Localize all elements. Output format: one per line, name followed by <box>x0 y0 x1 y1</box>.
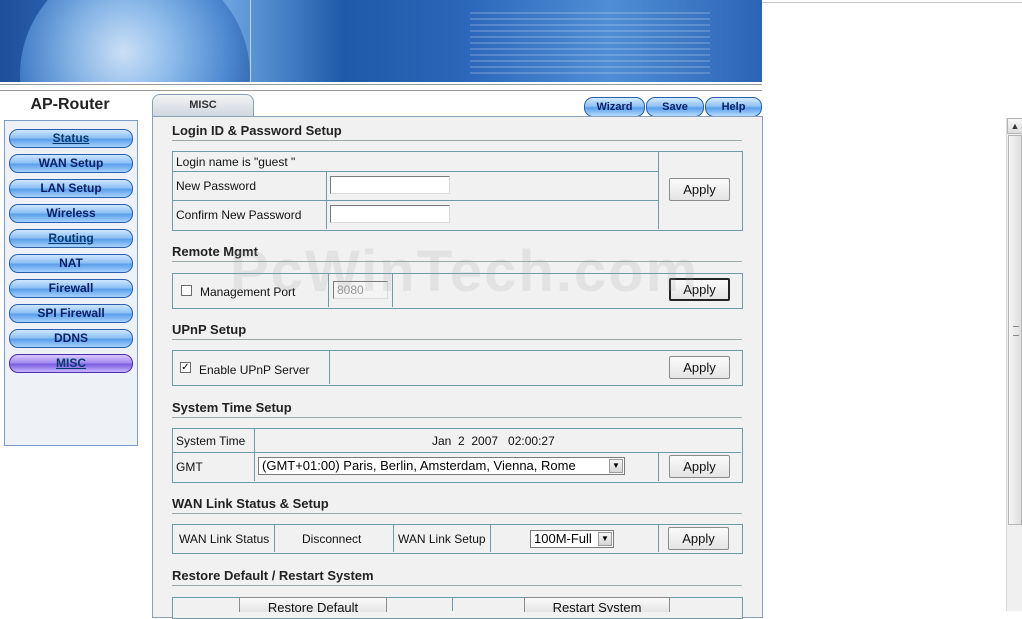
nav-wan-setup-label: WAN Setup <box>38 156 104 170</box>
wan-section-title: WAN Link Status & Setup <box>172 496 329 511</box>
nav-firewall[interactable]: Firewall <box>9 279 133 298</box>
gmt-label: GMT <box>176 460 203 474</box>
help-button[interactable]: Help <box>705 97 762 117</box>
nav-lan-setup-label: LAN Setup <box>40 181 102 195</box>
globe-graphic <box>20 0 250 82</box>
remote-section-rule <box>172 261 742 262</box>
nav-wan-setup[interactable]: WAN Setup <box>9 154 133 173</box>
nav-ddns[interactable]: DDNS <box>9 329 133 348</box>
wizard-button[interactable]: Wizard <box>584 97 645 117</box>
nav-misc-label: MISC <box>56 356 86 370</box>
system-time-label: System Time <box>176 434 246 448</box>
wan-setup-label: WAN Link Setup <box>398 532 486 546</box>
remote-apply-button[interactable]: Apply <box>669 278 730 301</box>
nav-status-label: Status <box>52 131 90 145</box>
banner-divider <box>250 0 251 82</box>
nav-routing[interactable]: Routing <box>9 229 133 248</box>
nav-firewall-label: Firewall <box>48 281 94 295</box>
management-port-checkbox[interactable] <box>181 285 192 296</box>
time-col-divider <box>254 428 255 481</box>
gmt-select[interactable]: (GMT+01:00) Paris, Berlin, Amsterdam, Vi… <box>258 457 625 475</box>
sidebar-nav: Status WAN Setup LAN Setup Wireless Rout… <box>4 120 138 446</box>
upnp-col-divider <box>329 350 330 384</box>
login-col-divider <box>326 171 327 229</box>
nav-wireless[interactable]: Wireless <box>9 204 133 223</box>
login-section-title: Login ID & Password Setup <box>172 123 342 138</box>
restore-section-rule <box>172 585 742 586</box>
management-port-input[interactable]: 8080 <box>333 281 388 299</box>
nav-spi-firewall[interactable]: SPI Firewall <box>9 304 133 323</box>
brand-title: AP-Router <box>30 96 110 113</box>
upnp-section-rule <box>172 339 742 340</box>
chevron-down-icon[interactable]: ▼ <box>598 532 612 546</box>
confirm-password-input[interactable] <box>330 205 450 223</box>
wan-section-rule <box>172 513 742 514</box>
upnp-checkbox[interactable]: ✓ <box>180 362 191 373</box>
header-banner <box>0 0 762 82</box>
nav-status[interactable]: Status <box>9 129 133 148</box>
upnp-section-title: UPnP Setup <box>172 322 247 337</box>
new-password-label: New Password <box>176 179 257 193</box>
remote-section-title: Remote Mgmt <box>172 244 258 259</box>
login-section-rule <box>172 140 742 141</box>
banner-pattern <box>470 8 710 74</box>
wan-col-divider-4 <box>658 524 659 552</box>
scroll-up-icon[interactable]: ▲ <box>1007 118 1022 134</box>
nav-nat[interactable]: NAT <box>9 254 133 273</box>
time-row-divider <box>172 452 741 453</box>
nav-ddns-label: DDNS <box>53 331 88 345</box>
confirm-password-label: Confirm New Password <box>176 208 302 222</box>
wan-setup-select-value: 100M-Full <box>534 531 592 546</box>
save-button[interactable]: Save <box>646 97 704 117</box>
management-port-label: Management Port <box>200 285 296 299</box>
nav-wireless-label: Wireless <box>46 206 96 220</box>
login-row-divider-1 <box>172 171 659 172</box>
tab-misc[interactable]: MISC <box>152 94 254 117</box>
restore-default-button[interactable]: Restore Default <box>239 597 387 612</box>
time-apply-divider <box>658 452 659 481</box>
nav-routing-label: Routing <box>48 231 94 245</box>
top-divider <box>762 2 1022 3</box>
time-section-title: System Time Setup <box>172 400 292 415</box>
login-row-divider-2 <box>172 200 659 201</box>
wan-status-label: WAN Link Status <box>179 532 270 546</box>
login-apply-divider <box>658 151 659 229</box>
restore-col-divider <box>452 597 453 611</box>
wan-apply-button[interactable]: Apply <box>668 527 729 550</box>
nav-lan-setup[interactable]: LAN Setup <box>9 179 133 198</box>
vertical-scrollbar[interactable]: ▲ <box>1006 118 1022 611</box>
remote-col-divider-1 <box>328 273 329 307</box>
chevron-down-icon[interactable]: ▼ <box>609 459 623 473</box>
restore-section-title: Restore Default / Restart System <box>172 568 374 583</box>
upnp-enable-label: Enable UPnP Server <box>199 363 310 377</box>
wan-setup-select[interactable]: 100M-Full ▼ <box>530 530 614 548</box>
header-rule-2 <box>0 90 762 91</box>
gmt-select-value: (GMT+01:00) Paris, Berlin, Amsterdam, Vi… <box>262 458 576 473</box>
system-time-value: Jan 2 2007 02:00:27 <box>432 434 555 448</box>
nav-spi-firewall-label: SPI Firewall <box>37 306 105 320</box>
nav-misc[interactable]: MISC <box>9 354 133 373</box>
login-name-text: Login name is "guest " <box>176 155 296 169</box>
time-section-rule <box>172 417 742 418</box>
wan-col-divider-2 <box>393 524 394 552</box>
login-apply-button[interactable]: Apply <box>669 178 730 201</box>
nav-nat-label: NAT <box>59 256 83 270</box>
time-apply-button[interactable]: Apply <box>669 455 730 478</box>
scroll-thumb[interactable] <box>1008 135 1022 525</box>
wan-status-value: Disconnect <box>302 532 362 546</box>
header-rule-1 <box>0 84 762 85</box>
new-password-input[interactable] <box>330 176 450 194</box>
wan-col-divider-3 <box>490 524 491 552</box>
grip-icon <box>1013 326 1019 336</box>
upnp-apply-button[interactable]: Apply <box>669 356 730 379</box>
remote-col-divider-2 <box>392 273 393 307</box>
wan-col-divider-1 <box>274 524 275 552</box>
restart-system-button[interactable]: Restart System <box>524 597 670 612</box>
